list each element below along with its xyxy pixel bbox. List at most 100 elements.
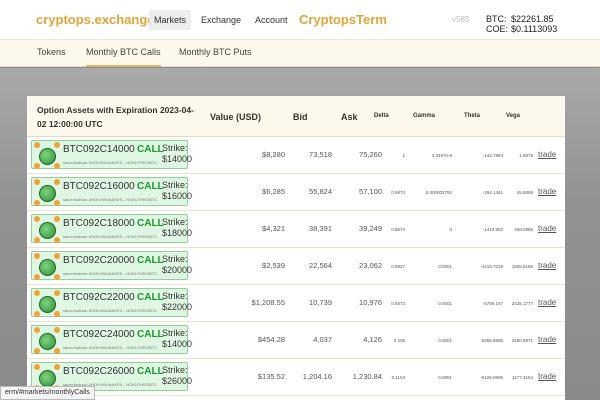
option-coin-icon (39, 259, 56, 276)
asset-name: BTC092C16000 (63, 181, 135, 192)
strike-label: Strike: (162, 328, 188, 338)
cell-bid: 38,391 (309, 224, 332, 233)
token-icon (34, 216, 60, 243)
asset-address: sauer:lsstrsal:-0HOhVWUlcAKE9....HOKUTHI… (63, 308, 158, 313)
asset-name: BTC092C22000 (63, 292, 135, 303)
btc-coin-icon (34, 179, 40, 185)
btc-coin-icon (54, 290, 60, 296)
version-label: v585 (452, 15, 470, 24)
trade-link[interactable]: trade (538, 224, 556, 233)
strike-label: Strike: (162, 254, 188, 264)
asset-card[interactable]: BTC092C16000 CALL Strike: $16000 sauer:lsstr… (31, 177, 192, 206)
cell-bid: 10,739 (309, 298, 332, 307)
cell-value: $135.52 (257, 372, 285, 381)
cell-vega: 1565.9189 (511, 264, 533, 269)
col-vega: Vega (506, 113, 521, 119)
btc-coin-icon (34, 364, 40, 370)
cell-vega: 1177.3154 (512, 375, 533, 380)
col-value: Value (USD) (210, 112, 262, 122)
asset-card[interactable]: BTC092C14000 CALL Strike: $14000 sauer:lsstr… (31, 140, 192, 169)
tab-monthly-btc-puts[interactable]: Monthly BTC Puts (179, 47, 252, 67)
nav-account[interactable]: Account (250, 10, 293, 30)
btc-coin-icon (34, 142, 40, 148)
cell-bid: 22,564 (309, 261, 332, 270)
cell-bid: 55,824 (309, 187, 332, 196)
btc-coin-icon (54, 327, 60, 333)
cell-gamma: 3.3497e-8 (431, 153, 452, 158)
cell-delta: 0.5873 (391, 301, 405, 306)
trade-link[interactable]: trade (538, 187, 556, 196)
col-theta: Theta (464, 113, 481, 119)
option-type: CALL (137, 292, 164, 303)
table-row: BTC092C26000 CALL Strike: $26000 sauer:lsstr… (27, 359, 565, 396)
asset-name: BTC092C18000 (63, 218, 135, 229)
cell-value: $8,280 (262, 150, 285, 159)
table-header: Option Assets with Expiration 2023-04-02… (27, 96, 565, 137)
btc-coin-icon (54, 237, 60, 243)
trade-link[interactable]: trade (538, 150, 556, 159)
btc-coin-icon (54, 253, 60, 259)
cell-delta: 0.239 (393, 338, 405, 343)
option-type: CALL (137, 255, 164, 266)
btc-coin-icon (34, 290, 40, 296)
nav-markets[interactable]: Markets (149, 10, 192, 30)
cell-theta: -294.1461 (482, 190, 503, 195)
tab-tokens[interactable]: Tokens (37, 47, 66, 67)
option-type: CALL (137, 144, 164, 155)
cell-vega: 1.5979 (519, 153, 533, 158)
table-row: BTC092C24000 CALL Strike: $14000 sauer:lsstr… (27, 322, 565, 359)
cryptops-term-link[interactable]: CryptopsTerm (299, 12, 387, 27)
cell-delta: 1 (402, 153, 405, 158)
btc-coin-icon (54, 364, 60, 370)
cell-gamma: 0.0001 (438, 375, 452, 380)
asset-address: sauer:lsstrsal:-0HOhVWUlcAKE9....HOKUTHI… (63, 271, 158, 276)
asset-address: sauer:lsstrsal:-0HOhVWUlcAKE9....HOKUTHI… (63, 197, 158, 202)
cell-ask: 10,976 (359, 298, 382, 307)
option-coin-icon (39, 296, 56, 313)
cell-ask: 1,230.84 (352, 372, 382, 381)
nav-exchange[interactable]: Exchange (196, 10, 246, 30)
option-coin-icon (39, 148, 56, 165)
asset-card[interactable]: BTC092C22000 CALL Strike: $22000 sauer:lsstr… (31, 288, 192, 317)
status-url-bar: erm/#markets/monthlyCalls (0, 386, 95, 400)
btc-price-value: $22261.85 (511, 14, 554, 24)
btc-coin-icon (54, 311, 60, 317)
strike-value: $16000 (162, 191, 193, 201)
strike-value: $26000 (162, 376, 193, 386)
sub-tabbar: Tokens Monthly BTC Calls Monthly BTC Put… (0, 40, 600, 67)
trade-link[interactable]: trade (538, 298, 556, 307)
cell-vega: 2180.8871 (511, 338, 533, 343)
btc-coin-icon (54, 274, 60, 280)
asset-name: BTC092C24000 (63, 329, 135, 340)
cell-vega: 458.0986 (514, 227, 533, 232)
cell-gamma: 0.0001 (438, 264, 452, 269)
trade-link[interactable]: trade (538, 335, 556, 344)
strike-label: Strike: (162, 291, 188, 301)
option-type: CALL (137, 329, 164, 340)
cell-delta: 0.1104 (391, 375, 405, 380)
table-body: BTC092C14000 CALL Strike: $14000 sauer:lsstr… (27, 137, 565, 400)
options-table: Option Assets with Expiration 2023-04-02… (27, 96, 565, 400)
cell-value: $6,285 (262, 187, 285, 196)
trade-link[interactable]: trade (538, 372, 556, 381)
asset-card[interactable]: BTC092C24000 CALL Strike: $14000 sauer:lsstr… (31, 325, 192, 354)
cell-ask: 39,249 (359, 224, 382, 233)
asset-name: BTC092C26000 (63, 366, 135, 377)
tab-monthly-btc-calls[interactable]: Monthly BTC Calls (86, 47, 161, 67)
asset-address: sauer:lsstrsal:-0HOhVWUlcAKE9....HOKUTHI… (63, 234, 158, 239)
trade-link[interactable]: trade (538, 261, 556, 270)
strike-value: $20000 (162, 265, 193, 275)
btc-coin-icon (54, 216, 60, 222)
brand-logo[interactable]: cryptops.exchange (36, 12, 155, 27)
table-row: BTC092C16000 CALL Strike: $16000 sauer:lsstr… (27, 174, 565, 211)
cell-theta: -5756.167 (482, 301, 503, 306)
cell-delta: 0.8827 (391, 264, 405, 269)
cell-delta: 0.8674 (391, 227, 405, 232)
cell-value: $454.28 (257, 335, 285, 344)
token-icon (34, 327, 60, 354)
cell-gamma: 0 (449, 227, 452, 232)
btc-coin-icon (34, 237, 40, 243)
cell-theta: -1410.802 (482, 227, 503, 232)
asset-card[interactable]: BTC092C18000 CALL Strike: $18000 sauer:lsstr… (31, 214, 192, 243)
asset-card[interactable]: BTC092C20000 CALL Strike: $20000 sauer:lsstr… (31, 251, 192, 280)
